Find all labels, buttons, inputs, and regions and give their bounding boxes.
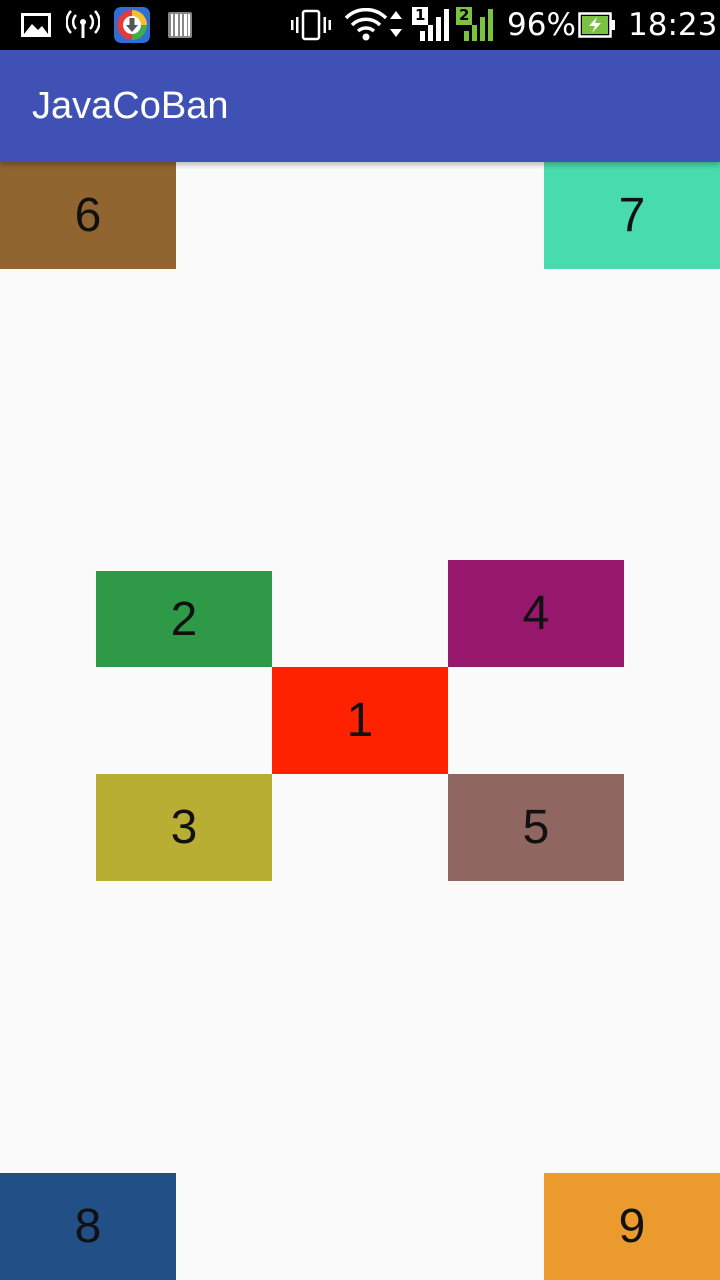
- box-2: 2: [96, 571, 272, 667]
- barcode-icon: [166, 0, 194, 50]
- app-title: JavaCoBan: [32, 85, 229, 127]
- vibrate-icon: [290, 0, 332, 50]
- box-9: 9: [544, 1173, 720, 1280]
- signal-sim2-icon: 2: [456, 0, 496, 50]
- box-6: 6: [0, 162, 176, 269]
- gallery-icon: [20, 0, 52, 50]
- battery-percent: 96%: [507, 7, 576, 43]
- content-area: 6 7 2 4 1 3 5 8 9: [0, 162, 720, 1280]
- box-3: 3: [96, 774, 272, 881]
- box-1: 1: [272, 667, 448, 774]
- signal-sim1-icon: 1: [412, 0, 452, 50]
- battery-charging-icon: [578, 0, 616, 50]
- box-5: 5: [448, 774, 624, 881]
- sim2-label: 2: [459, 6, 470, 24]
- box-4: 4: [448, 560, 624, 667]
- download-app-icon: [114, 0, 150, 50]
- app-bar: JavaCoBan: [0, 50, 720, 162]
- clock-time: 18:23: [628, 7, 718, 43]
- status-bar: 1 2 96% 18:23: [0, 0, 720, 50]
- hotspot-icon: [66, 0, 100, 50]
- box-8: 8: [0, 1173, 176, 1280]
- sim1-label: 1: [415, 6, 426, 24]
- wifi-icon: [344, 0, 402, 50]
- box-7: 7: [544, 162, 720, 269]
